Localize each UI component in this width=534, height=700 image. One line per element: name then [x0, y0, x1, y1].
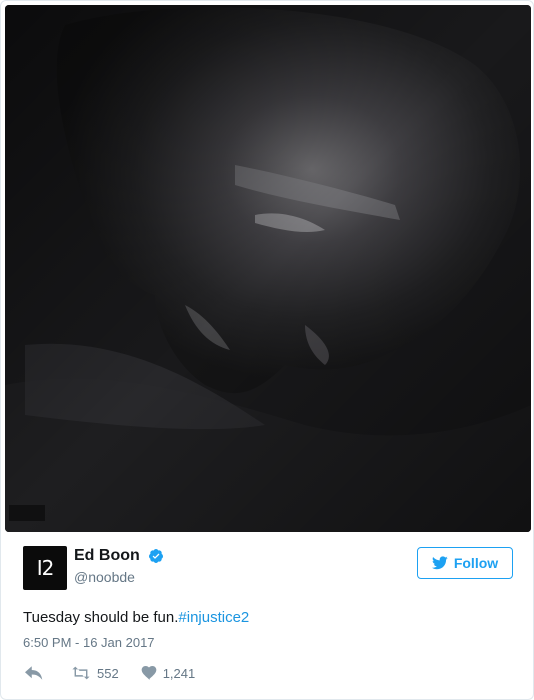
follow-button-label: Follow	[453, 555, 499, 571]
retweet-action[interactable]: 552	[71, 666, 119, 681]
tweet-media-image[interactable]	[5, 5, 531, 532]
like-count: 1,241	[162, 665, 196, 681]
avatar-logo-text: I2	[36, 556, 55, 580]
tweet-text: Tuesday should be fun.#injustice2	[23, 609, 249, 626]
like-action[interactable]: 1,241	[141, 665, 196, 681]
tweet-timestamp[interactable]: 6:50 PM - 16 Jan 2017	[23, 635, 155, 650]
retweet-icon	[72, 666, 90, 680]
author-name-block[interactable]: Ed Boon @noobde	[74, 547, 164, 585]
author-display-name[interactable]: Ed Boon	[74, 547, 140, 565]
tweet-card: I2 Ed Boon @noobde Follow Tuesday should…	[0, 0, 534, 700]
twitter-bird-icon	[431, 556, 448, 570]
author-handle[interactable]: @noobde	[74, 569, 164, 585]
media-photo	[5, 5, 531, 532]
tweet-author-row: I2 Ed Boon @noobde Follow	[23, 546, 513, 592]
avatar[interactable]: I2	[23, 546, 67, 590]
tweet-actions: 552 1,241	[25, 663, 217, 683]
verified-badge-icon	[149, 549, 164, 563]
hashtag-link[interactable]: #injustice2	[178, 609, 249, 626]
retweet-count: 552	[97, 665, 119, 681]
tweet-body-text: Tuesday should be fun.	[23, 609, 179, 626]
follow-button[interactable]: Follow	[417, 547, 513, 579]
reply-action[interactable]	[25, 666, 49, 680]
heart-icon	[141, 666, 157, 680]
reply-icon	[25, 666, 43, 680]
